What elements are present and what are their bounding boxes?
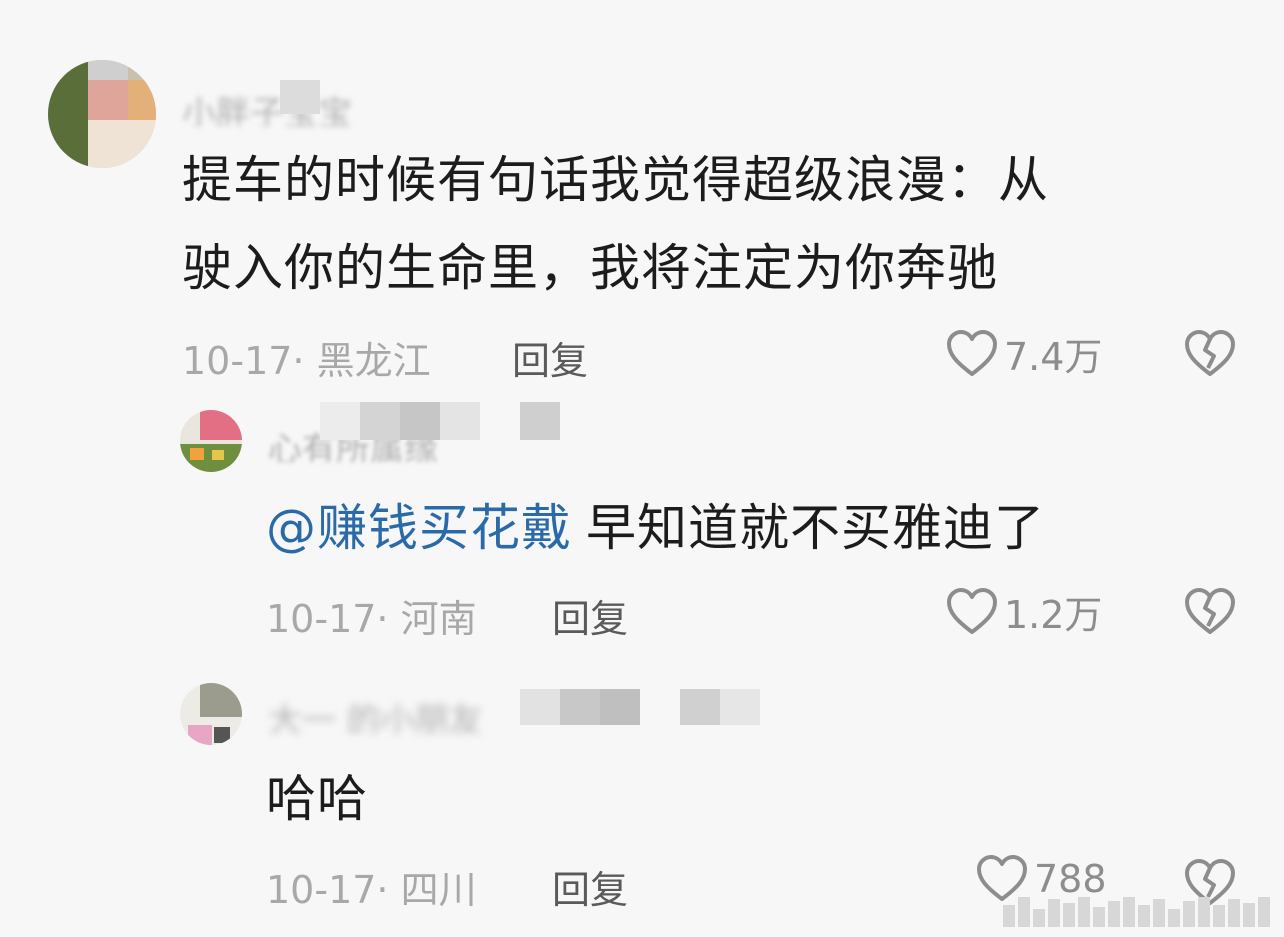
avatar[interactable]	[180, 683, 242, 745]
heart-icon	[947, 329, 997, 376]
comment-text-line: 哈哈	[266, 770, 368, 828]
broken-heart-icon[interactable]	[1184, 588, 1236, 636]
comment-text: @赚钱买花戴 早知道就不买雅迪了	[266, 484, 1266, 572]
comment-meta: 10-17· 四川	[266, 868, 477, 912]
like-count: 788	[1034, 857, 1107, 901]
reply-button[interactable]: 回复	[552, 588, 628, 643]
like-button[interactable]: 788	[976, 855, 1107, 903]
comment-text-line: 提车的时候有句话我觉得超级浪漫：从	[182, 151, 1049, 209]
heart-icon	[947, 587, 997, 634]
reply-button[interactable]: 回复	[512, 330, 588, 385]
like-button[interactable]: 1.2万	[946, 584, 1102, 639]
like-count: 7.4万	[1004, 335, 1103, 379]
comment-item: 心有所属缘 @赚钱买花戴 早知道就不买雅迪了 10-17· 河南 回复 1.2万	[0, 400, 1284, 665]
watermark-decoration	[1003, 897, 1270, 927]
like-count: 1.2万	[1004, 593, 1103, 637]
comment-text: 提车的时候有句话我觉得超级浪漫：从 驶入你的生命里，我将注定为你奔驰	[182, 136, 1242, 312]
mention-link[interactable]: @赚钱买花戴	[266, 499, 572, 557]
comment-text-line: 早知道就不买雅迪了	[586, 499, 1045, 557]
avatar[interactable]	[180, 410, 242, 472]
comment-meta: 10-17· 黑龙江	[182, 339, 431, 383]
comment-text: 哈哈	[266, 755, 1266, 843]
reply-button[interactable]: 回复	[552, 859, 628, 914]
avatar[interactable]	[48, 60, 156, 168]
like-button[interactable]: 7.4万	[946, 326, 1102, 381]
heart-icon	[977, 855, 1027, 901]
comment-text-line: 驶入你的生命里，我将注定为你奔驰	[182, 239, 998, 297]
comment-meta: 10-17· 河南	[266, 597, 477, 641]
comment-item: 小胖子宝宝 提车的时候有句话我觉得超级浪漫：从 驶入你的生命里，我将注定为你奔驰…	[0, 0, 1284, 400]
broken-heart-icon[interactable]	[1184, 330, 1236, 378]
